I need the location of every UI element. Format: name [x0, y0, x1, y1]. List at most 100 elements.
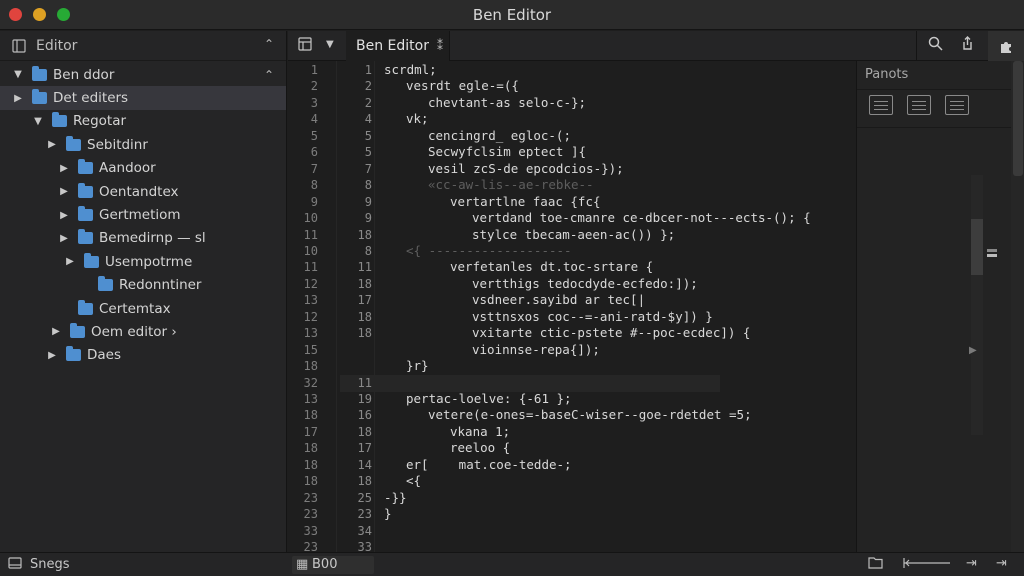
code-line[interactable]: vkana 1; — [450, 424, 510, 439]
line-number-secondary: 14 — [357, 457, 372, 472]
tree-item[interactable]: ▶ Bemedirnp — sl — [0, 227, 286, 250]
tabbar-divider — [916, 31, 917, 61]
code-line[interactable]: vxitarte ctic-pstete #--poc-ecdec]) { — [472, 325, 750, 340]
expand-icon[interactable]: ⇥ — [996, 556, 1007, 571]
tab-label: Ben Editor — [356, 38, 429, 54]
tree-item-label: Oem editor › — [91, 323, 177, 340]
line-number-secondary: 8 — [364, 243, 372, 258]
tree-item[interactable]: ▶ Aandoor — [0, 157, 286, 180]
line-number: 2 — [310, 79, 318, 94]
tab-dropdown-icon[interactable]: ▼ — [326, 39, 334, 50]
extensions-button[interactable] — [988, 31, 1024, 61]
minimap-track[interactable] — [971, 175, 983, 435]
tree-item[interactable]: ▶ Oem editor › — [0, 320, 286, 343]
search-icon[interactable] — [928, 36, 943, 55]
tree-item[interactable]: ▶ Oentandtex — [0, 180, 286, 203]
line-number: 6 — [310, 145, 318, 160]
chevron-up-icon[interactable]: ⌃ — [264, 68, 274, 82]
chevron-right-icon[interactable]: ▶ — [969, 345, 977, 356]
code-line[interactable]: scrdml; — [384, 62, 437, 77]
code-line[interactable]: -}} — [384, 490, 407, 505]
line-number-secondary: 17 — [357, 441, 372, 456]
chevron-right-icon[interactable]: ▶ — [58, 163, 70, 174]
chevron-down-icon[interactable]: ▼ — [32, 116, 44, 127]
code-line[interactable]: vsdneer.sayibd ar tec[| — [472, 292, 645, 307]
code-line[interactable]: vertthigs tedocdyde-ecfedo:]); — [472, 276, 698, 291]
tree-item[interactable]: Certemtax — [0, 297, 286, 320]
chevron-right-icon[interactable]: ▶ — [58, 186, 70, 197]
tree-item[interactable]: ▶ Det editers — [0, 86, 286, 110]
code-line[interactable]: }r} — [406, 358, 429, 373]
folder-icon — [32, 65, 47, 81]
status-field[interactable]: ▦ B00 — [292, 556, 374, 574]
code-line[interactable]: <{ — [406, 473, 421, 488]
code-line[interactable]: vk; — [406, 111, 429, 126]
share-icon[interactable] — [960, 36, 975, 55]
line-number-secondary: 4 — [364, 112, 372, 127]
code-line[interactable]: cencingrd_ egloc-(; — [428, 128, 571, 143]
chevron-right-icon[interactable]: ▶ — [58, 210, 70, 221]
tree-item-label: Usempotrme — [105, 253, 193, 270]
tree-item-label: Gertmetiom — [99, 207, 181, 224]
code-line[interactable]: pertac-loelve: {-61 }; — [406, 391, 572, 406]
line-number-secondary: 11 — [357, 260, 372, 275]
collapse-icon[interactable]: ⇥ — [966, 556, 977, 571]
panel-divider — [857, 127, 1024, 128]
chevron-right-icon[interactable]: ▶ — [12, 93, 24, 104]
line-number: 17 — [303, 424, 318, 439]
code-line[interactable]: } — [384, 506, 392, 521]
list-icon[interactable] — [869, 95, 893, 115]
terminal-icon[interactable] — [945, 95, 969, 115]
chevron-right-icon[interactable]: ▶ — [46, 350, 58, 361]
line-number: 9 — [310, 194, 318, 209]
tab-ben-editor[interactable]: Ben Editor ⁑ — [346, 31, 450, 61]
code-line[interactable]: reeloo { — [450, 440, 510, 455]
code-line[interactable]: vsttnsxos coc--=-ani-ratd-$y]) } — [472, 309, 713, 324]
line-number: 10 — [303, 211, 318, 226]
tree-item[interactable]: ▼ Regotar — [0, 110, 286, 133]
line-number-secondary: 18 — [357, 474, 372, 489]
tree-item[interactable]: ▶ Usempotrme — [0, 250, 286, 273]
tree-item[interactable]: ▶ Daes — [0, 344, 286, 367]
code-line[interactable]: stylce tbecam-aeen-ac()) }; — [472, 227, 675, 242]
tree-item[interactable]: ▶ Gertmetiom — [0, 203, 286, 226]
sync-icon[interactable] — [902, 556, 952, 574]
grid-icon[interactable] — [907, 95, 931, 115]
code-line[interactable]: verfetanles dt.toc-srtare { — [450, 259, 653, 274]
scrollbar-thumb[interactable] — [1013, 61, 1023, 176]
tree-item[interactable]: ▼ Ben ddor ⌃ — [0, 63, 286, 86]
line-number: 4 — [310, 112, 318, 127]
code-line[interactable]: «cc-aw-lis--ae-rebke-- — [428, 177, 594, 192]
chevron-right-icon[interactable]: ▶ — [46, 139, 58, 150]
code-line[interactable]: vioinnse-repa{]); — [472, 342, 600, 357]
code-line[interactable]: vertartlne faac {fc{ — [450, 194, 601, 209]
code-line[interactable]: vesrdt egle-=({ — [406, 78, 519, 93]
code-editor[interactable]: 1 1 scrdml; 2 2 vesrdt egle-=({3 2 chevtant-as … — [288, 61, 856, 552]
folder-icon — [78, 299, 93, 315]
folder-icon[interactable] — [868, 556, 883, 573]
line-number: 18 — [303, 474, 318, 489]
panel-title: Panots — [865, 67, 909, 82]
tree-item-label: Det editers — [53, 90, 129, 107]
code-line[interactable]: chevtant-as selo-c-}; — [428, 95, 586, 110]
code-line[interactable]: Secwyfclsim eptect ]{ — [428, 144, 586, 159]
line-number: 23 — [303, 507, 318, 522]
tab-close-icon[interactable]: ⁑ — [437, 39, 443, 53]
line-number: 3 — [310, 95, 318, 110]
code-line[interactable]: vetere(e-ones=-baseC-wiser--goe-rdetdet … — [428, 407, 752, 422]
chevron-right-icon[interactable]: ▶ — [64, 256, 76, 267]
minimap-thumb[interactable] — [971, 219, 983, 275]
chevron-down-icon[interactable]: ▼ — [12, 69, 24, 80]
sidebar-toggle-icon[interactable] — [298, 37, 312, 55]
chevron-up-icon[interactable]: ⌃ — [264, 37, 274, 51]
tree-item[interactable]: Redonntiner — [0, 274, 286, 297]
chevron-right-icon[interactable]: ▶ — [50, 326, 62, 337]
code-line[interactable]: <{ ------------------- — [406, 243, 572, 258]
code-line[interactable]: vertdand toe-cmanre ce-dbcer-not---ects-… — [472, 210, 811, 225]
chevron-right-icon[interactable]: ▶ — [58, 233, 70, 244]
code-line[interactable]: vesil zcS-de epcodcios-}); — [428, 161, 624, 176]
tree-item[interactable]: ▶ Sebitdinr — [0, 133, 286, 156]
code-line[interactable]: er[ mat.coe-tedde-; — [406, 457, 572, 472]
panel-toggle-icon[interactable] — [8, 556, 22, 574]
line-number: 18 — [303, 359, 318, 374]
